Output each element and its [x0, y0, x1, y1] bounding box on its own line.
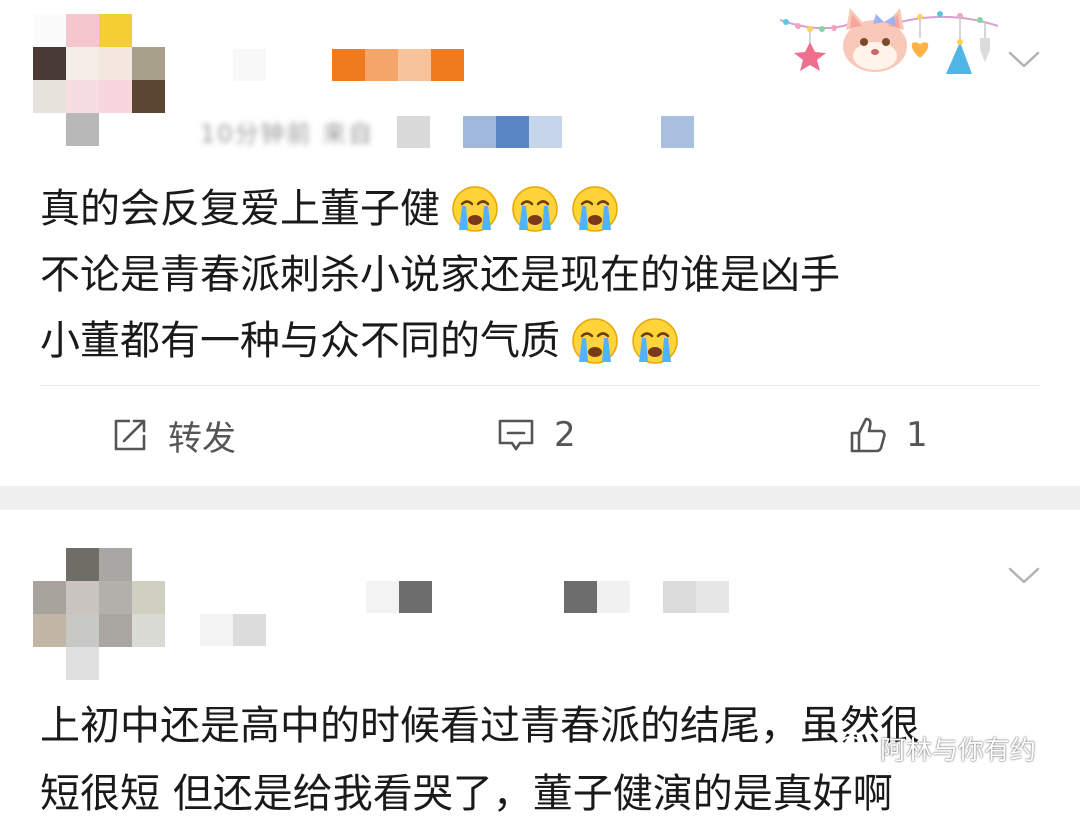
comment-button[interactable]: 2 — [496, 400, 576, 470]
post-body-line: 上初中还是高中的时候看过青春派的结尾，虽然很 — [40, 692, 920, 760]
crying-emoji-icon — [572, 318, 618, 364]
wechat-icon — [839, 735, 871, 762]
post-body-text: 上初中还是高中的时候看过青春派的结尾，虽然很 — [40, 703, 920, 749]
comment-count: 2 — [554, 415, 576, 455]
crying-emoji-icon — [512, 186, 558, 232]
share-icon — [114, 419, 146, 451]
repost-button[interactable]: 转发 — [110, 400, 236, 470]
avatar[interactable] — [33, 548, 165, 680]
watermark-text: 阿林与你有约 — [880, 736, 1037, 766]
post-meta: 10分钟前 来自 — [200, 120, 375, 148]
post-body-text: 真的会反复爱上董子健 — [40, 186, 440, 232]
avatar[interactable] — [33, 14, 165, 146]
crying-emoji-icon — [452, 186, 498, 232]
party-decoration — [780, 8, 999, 74]
post-body: 真的会反复爱上董子健 不论是青春派刺杀小说家还是现在的谁是凶手 小董都有一种与众… — [40, 176, 840, 374]
like-count: 1 — [906, 415, 928, 455]
username[interactable] — [366, 581, 729, 613]
thumbs-up-icon — [850, 417, 886, 453]
username[interactable] — [233, 49, 464, 81]
feed-separator — [0, 486, 1080, 510]
chevron-down-icon — [1008, 51, 1040, 68]
post-body-line: 短很短 但还是给我看哭了，董子健演的是真好啊 — [40, 760, 920, 828]
post-body: 上初中还是高中的时候看过青春派的结尾，虽然很 短很短 但还是给我看哭了，董子健演… — [40, 692, 920, 828]
comment-icon — [498, 419, 534, 451]
post-body-text: 不论是青春派刺杀小说家还是现在的谁是凶手 — [40, 252, 840, 298]
post-meta-source — [397, 116, 694, 148]
post-body-text: 小董都有一种与众不同的气质 — [40, 318, 560, 364]
post-body-line: 小董都有一种与众不同的气质 — [40, 308, 840, 374]
expand-menu-button[interactable] — [1004, 44, 1044, 74]
post-body-line: 真的会反复爱上董子健 — [40, 176, 840, 242]
like-button[interactable]: 1 — [848, 400, 928, 470]
action-bar: 转发 2 1 — [0, 400, 1080, 470]
post-meta — [200, 614, 266, 646]
post-body-text: 短很短 但还是给我看哭了，董子健演的是真好啊 — [40, 771, 893, 817]
post-card-1: 10分钟前 来自 真的会反复爱上董子健 不论是青春派刺杀小说家还是现在的谁是凶手… — [0, 0, 1080, 486]
chevron-down-icon — [1008, 567, 1040, 584]
expand-menu-button[interactable] — [1004, 560, 1044, 590]
post-body-line: 不论是青春派刺杀小说家还是现在的谁是凶手 — [40, 242, 840, 308]
repost-label: 转发 — [168, 418, 236, 459]
crying-emoji-icon — [572, 186, 618, 232]
crying-emoji-icon — [632, 318, 678, 364]
watermark: 阿林与你有约 — [838, 730, 1036, 767]
divider — [40, 385, 1040, 386]
